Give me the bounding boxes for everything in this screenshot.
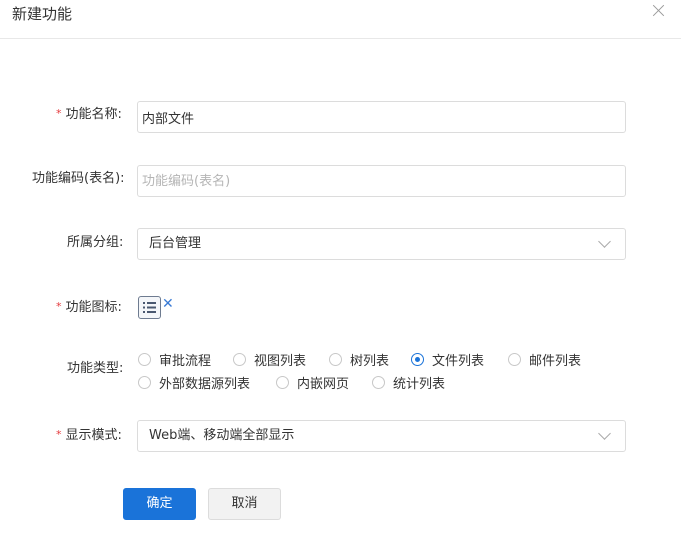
code-field[interactable] (137, 165, 626, 197)
type-option-embedded-page[interactable]: 内嵌网页 (276, 373, 349, 392)
radio-circle (233, 353, 246, 366)
radio-circle (138, 376, 151, 389)
group-select[interactable]: 后台管理 (137, 228, 626, 260)
type-option-external-source[interactable]: 外部数据源列表 (138, 373, 250, 392)
icon-label: * 功能图标: (56, 300, 122, 315)
name-label: * 功能名称: (56, 107, 122, 122)
group-label: 所属分组: (67, 235, 124, 250)
confirm-button[interactable]: 确定 (123, 488, 196, 520)
type-option-approval[interactable]: 审批流程 (138, 350, 211, 369)
required-mark: * (56, 107, 62, 120)
code-input[interactable] (138, 166, 602, 196)
name-input[interactable] (138, 102, 602, 132)
required-mark: * (56, 428, 62, 441)
code-label: 功能编码(表名): (32, 171, 125, 186)
type-option-tree-list[interactable]: 树列表 (329, 350, 389, 369)
clear-icon-button[interactable]: ✕ (162, 295, 174, 313)
chevron-down-icon (598, 235, 611, 248)
dialog-title: 新建功能 (12, 5, 73, 23)
radio-circle (372, 376, 385, 389)
list-icon[interactable] (138, 296, 161, 319)
close-icon[interactable] (651, 2, 667, 18)
radio-circle (329, 353, 342, 366)
type-option-view-list[interactable]: 视图列表 (233, 350, 306, 369)
display-select[interactable]: Web端、移动端全部显示 (137, 420, 626, 452)
type-option-file-list[interactable]: 文件列表 (411, 350, 484, 369)
cancel-button[interactable]: 取消 (208, 488, 281, 520)
display-selected-value: Web端、移动端全部显示 (149, 428, 295, 443)
required-mark: * (56, 300, 62, 313)
chevron-down-icon (598, 427, 611, 440)
radio-circle-checked (411, 353, 424, 366)
radio-circle (508, 353, 521, 366)
type-label: 功能类型: (67, 361, 124, 376)
name-field[interactable] (137, 101, 626, 133)
radio-circle (138, 353, 151, 366)
radio-circle (276, 376, 289, 389)
group-selected-value: 后台管理 (149, 236, 202, 251)
display-label: * 显示模式: (56, 428, 122, 443)
type-option-stats-list[interactable]: 统计列表 (372, 373, 445, 392)
dialog-header: 新建功能 (0, 0, 681, 39)
type-option-mail-list[interactable]: 邮件列表 (508, 350, 581, 369)
